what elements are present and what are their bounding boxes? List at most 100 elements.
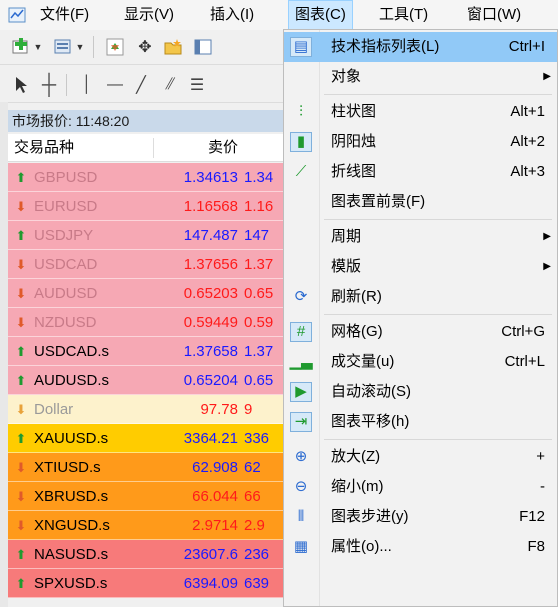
chart-shift-icon: ⇥	[290, 412, 312, 432]
table-row[interactable]: ⬇ XTIUSD.s 62.908 62	[8, 453, 290, 482]
toolbar-drawing: ┼ │ — ╱ ⫽ ☰	[0, 68, 290, 103]
volume-icon: ▁▃	[289, 353, 313, 370]
equidistant-channel-icon[interactable]: ⫽	[158, 74, 180, 96]
menu-item[interactable]: ⫶ 柱状图 Alt+1	[284, 97, 557, 127]
menu-item[interactable]: 对象 ▶	[284, 62, 557, 92]
table-row[interactable]: ⬇ Dollar 97.78 9	[8, 395, 290, 424]
menu-item-label: 成交量(u)	[331, 353, 395, 370]
bid-price: 147.487	[183, 227, 238, 244]
folder-star-icon[interactable]	[162, 36, 184, 58]
bid-price: 6394.09	[183, 575, 238, 592]
bid-price: 1.16568	[183, 198, 238, 215]
cursor-icon[interactable]	[10, 74, 32, 96]
menu-item-label: 自动滚动(S)	[331, 383, 411, 400]
menu-item[interactable]: ▁▃ 成交量(u) Ctrl+L	[284, 347, 557, 377]
market-watch-icon[interactable]	[104, 36, 126, 58]
table-row[interactable]: ⬆ SPXUSD.s 6394.09 639	[8, 569, 290, 598]
table-row[interactable]: ⬇ XNGUSD.s 2.9714 2.9	[8, 511, 290, 540]
terminal-icon[interactable]	[192, 36, 214, 58]
table-row[interactable]: ⬆ GBPUSD 1.34613 1.34	[8, 163, 290, 192]
arrow-up-icon: ⬆	[15, 576, 27, 591]
menu-item[interactable]: ⫴ 图表步进(y) F12	[284, 502, 557, 532]
profiles-icon[interactable]	[52, 36, 74, 58]
table-row[interactable]: ⬇ AUDUSD 0.65203 0.65	[8, 279, 290, 308]
bid-price: 2.9714	[192, 517, 238, 534]
table-row[interactable]: ⬆ USDJPY 147.487 147	[8, 221, 290, 250]
menu-item[interactable]: # 网格(G) Ctrl+G	[284, 317, 557, 347]
menu-item[interactable]: ⊖ 缩小(m) -	[284, 472, 557, 502]
symbol-name: Dollar	[34, 401, 74, 418]
grid-icon: #	[290, 322, 312, 342]
app-icon[interactable]	[8, 6, 26, 24]
new-chart-icon[interactable]	[10, 36, 32, 58]
symbol-name: XAUUSD.s	[34, 430, 109, 447]
arrow-up-icon: ⬆	[15, 373, 27, 388]
menu-item-label: 图表平移(h)	[331, 413, 410, 430]
menu-item-shortcut: Ctrl+L	[504, 353, 545, 370]
vertical-line-icon[interactable]: │	[76, 74, 98, 96]
horizontal-line-icon[interactable]: —	[104, 74, 126, 96]
menu-item[interactable]: 周期 ▶	[284, 222, 557, 252]
menu-item[interactable]: ▶ 自动滚动(S)	[284, 377, 557, 407]
menu-item-shortcut: Alt+3	[510, 163, 545, 180]
menu-item[interactable]: ⊕ 放大(Z) +	[284, 442, 557, 472]
fibonacci-icon[interactable]: ☰	[186, 74, 208, 96]
symbol-name: AUDUSD	[34, 285, 98, 302]
menu-item-shortcut: F12	[519, 508, 545, 525]
menu-insert[interactable]: 插入(I)	[204, 0, 260, 30]
table-row[interactable]: ⬇ USDCAD 1.37656 1.37	[8, 250, 290, 279]
market-watch-title: 市场报价: 11:48:20	[8, 110, 290, 132]
menu-item-label: 刷新(R)	[331, 288, 382, 305]
market-watch-rows: ⬆ GBPUSD 1.34613 1.34 ⬇ EURUSD 1.16568 1.16 ⬆ USD…	[8, 163, 290, 598]
bid-price: 62.908	[192, 459, 238, 476]
menu-item-label: 阴阳烛	[331, 133, 377, 150]
menu-item-label: 属性(o)...	[331, 538, 392, 555]
table-row[interactable]: ⬆ NASUSD.s 23607.6 236	[8, 540, 290, 569]
properties-icon: ▦	[293, 538, 309, 555]
table-row[interactable]: ⬆ USDCAD.s 1.37658 1.37	[8, 337, 290, 366]
table-row[interactable]: ⬇ EURUSD 1.16568 1.16	[8, 192, 290, 221]
menu-window[interactable]: 窗口(W)	[461, 0, 527, 30]
menu-item[interactable]: ⇥ 图表平移(h)	[284, 407, 557, 437]
menu-file[interactable]: 文件(F)	[34, 0, 95, 30]
menu-item-shortcut: Alt+1	[510, 103, 545, 120]
menu-view[interactable]: 显示(V)	[118, 0, 180, 30]
menu-item-shortcut: +	[536, 448, 545, 465]
menu-charts[interactable]: 图表(C)	[288, 0, 353, 30]
chevron-down-icon[interactable]: ▼	[33, 36, 43, 58]
submenu-arrow-icon: ▶	[543, 261, 551, 272]
menu-item-shortcut: F8	[527, 538, 545, 555]
menu-item[interactable]: ▤ 技术指标列表(L) Ctrl+I	[284, 32, 557, 62]
indicators-list-icon: ▤	[290, 37, 312, 57]
bar-chart-icon: ⫶	[299, 103, 303, 120]
menu-separator	[324, 219, 552, 220]
column-bid[interactable]: 卖价	[158, 134, 238, 162]
menu-item[interactable]: ⟋ 折线图 Alt+3	[284, 157, 557, 187]
menu-item[interactable]: ⟳ 刷新(R)	[284, 282, 557, 312]
symbol-name: USDCAD	[34, 256, 98, 273]
bid-price: 1.37656	[183, 256, 238, 273]
table-row[interactable]: ⬇ NZDUSD 0.59449 0.59	[8, 308, 290, 337]
chevron-down-icon[interactable]: ▼	[75, 36, 85, 58]
menu-item-label: 网格(G)	[331, 323, 383, 340]
trendline-icon[interactable]: ╱	[130, 74, 152, 96]
line-chart-icon: ⟋	[295, 163, 307, 180]
menu-item[interactable]: 模版 ▶	[284, 252, 557, 282]
market-watch-header: 交易品种 卖价	[8, 134, 290, 162]
charts-dropdown-menu: ▤ 技术指标列表(L) Ctrl+I 对象 ▶ ⫶ 柱状图 Alt+1 ▮ 阴阳烛 Alt+2 ⟋ 折线…	[283, 29, 558, 607]
bid-price: 97.78	[200, 401, 238, 418]
crosshair-navigator-icon[interactable]: ✥	[134, 36, 156, 58]
menu-item[interactable]: ▦ 属性(o)... F8	[284, 532, 557, 562]
menu-item[interactable]: 图表置前景(F)	[284, 187, 557, 217]
menu-item[interactable]: ▮ 阴阳烛 Alt+2	[284, 127, 557, 157]
menu-separator	[324, 439, 552, 440]
table-row[interactable]: ⬆ XAUUSD.s 3364.21 336	[8, 424, 290, 453]
table-row[interactable]: ⬇ XBRUSD.s 66.044 66	[8, 482, 290, 511]
symbol-name: USDJPY	[34, 227, 94, 244]
menu-item-label: 缩小(m)	[331, 478, 384, 495]
menu-tools[interactable]: 工具(T)	[373, 0, 434, 30]
arrow-down-icon: ⬇	[15, 257, 27, 272]
column-symbol[interactable]: 交易品种	[14, 134, 74, 162]
table-row[interactable]: ⬆ AUDUSD.s 0.65204 0.65	[8, 366, 290, 395]
crosshair-icon[interactable]: ┼	[38, 74, 60, 96]
